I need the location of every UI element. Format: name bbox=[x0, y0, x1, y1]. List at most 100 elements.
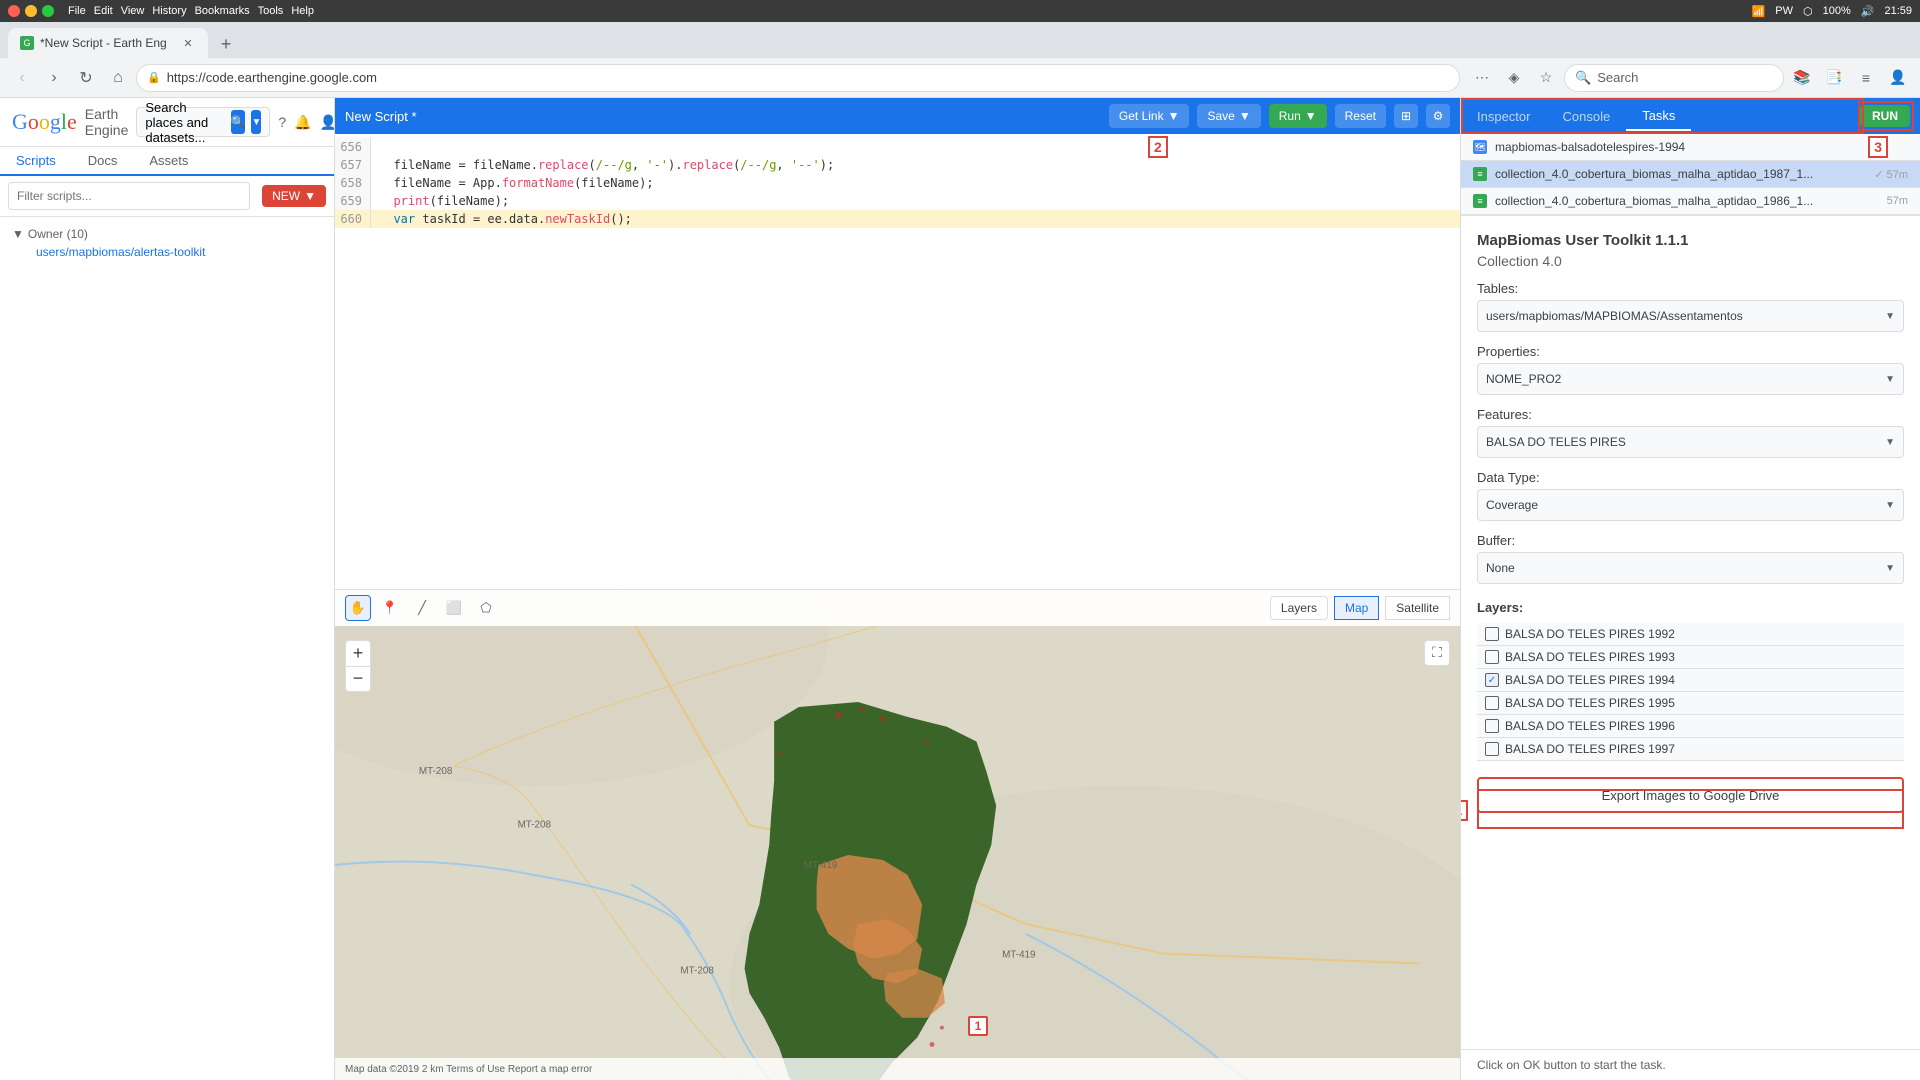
pocket-btn[interactable]: ◈ bbox=[1500, 64, 1528, 92]
task-icon-collection-2: ≡ bbox=[1473, 194, 1487, 208]
gee-search-dropdown[interactable]: ▼ bbox=[251, 110, 261, 134]
tab-inspector[interactable]: Inspector bbox=[1461, 103, 1546, 130]
new-tab-btn[interactable]: + bbox=[212, 30, 240, 58]
layer-checkbox-1993[interactable] bbox=[1485, 650, 1499, 664]
home-btn[interactable]: ⌂ bbox=[104, 64, 132, 92]
traffic-light-red[interactable] bbox=[8, 5, 20, 17]
menu-help[interactable]: Help bbox=[291, 5, 314, 17]
bookmark-btn[interactable]: ☆ bbox=[1532, 64, 1560, 92]
layer-checkbox-1996[interactable] bbox=[1485, 719, 1499, 733]
tables-arrow: ▼ bbox=[1885, 311, 1895, 322]
menu-tools[interactable]: Tools bbox=[258, 5, 284, 17]
menu-file[interactable]: File bbox=[68, 5, 86, 17]
task-icon-collection-1: ≡ bbox=[1473, 167, 1487, 181]
right-run-btn[interactable]: RUN bbox=[1860, 105, 1910, 127]
map-type-map-btn[interactable]: Map bbox=[1334, 596, 1379, 620]
properties-select[interactable]: NOME_PRO2 ▼ bbox=[1477, 363, 1904, 395]
layer-item-1993[interactable]: BALSA DO TELES PIRES 1993 bbox=[1477, 646, 1904, 669]
tab-scripts[interactable]: Scripts bbox=[0, 147, 72, 176]
layer-item-1996[interactable]: BALSA DO TELES PIRES 1996 bbox=[1477, 715, 1904, 738]
address-bar[interactable]: 🔒 https://code.earthengine.google.com bbox=[136, 64, 1460, 92]
task-item-1[interactable]: ≡ collection_4.0_cobertura_biomas_malha_… bbox=[1461, 161, 1920, 188]
layers-btn[interactable]: Layers bbox=[1270, 596, 1328, 620]
layer-item-1995[interactable]: BALSA DO TELES PIRES 1995 bbox=[1477, 692, 1904, 715]
new-script-btn[interactable]: NEW ▼ bbox=[262, 185, 326, 207]
script-search-row: NEW ▼ bbox=[0, 176, 334, 217]
menu-history[interactable]: History bbox=[152, 5, 186, 17]
owner-header[interactable]: ▼ Owner (10) bbox=[12, 225, 322, 243]
menu-bookmarks[interactable]: Bookmarks bbox=[195, 5, 250, 17]
annotation-1: 1 bbox=[968, 1016, 988, 1036]
tab-close-btn[interactable]: ✕ bbox=[180, 35, 196, 51]
notifications-btn[interactable]: 🔔 bbox=[294, 108, 311, 136]
run-dropdown: ▼ bbox=[1305, 109, 1317, 123]
data-type-select[interactable]: Coverage ▼ bbox=[1477, 489, 1904, 521]
annotation-label-3: 3 bbox=[1868, 136, 1888, 158]
tab-docs[interactable]: Docs bbox=[72, 147, 134, 176]
reset-btn[interactable]: Reset bbox=[1335, 104, 1386, 128]
layer-checkbox-1995[interactable] bbox=[1485, 696, 1499, 710]
bluetooth-icon: ⬡ bbox=[1803, 5, 1813, 18]
settings-btn[interactable]: ⚙ bbox=[1426, 104, 1450, 128]
gee-search-btn[interactable]: 🔍 bbox=[231, 110, 246, 134]
layer-item-1992[interactable]: BALSA DO TELES PIRES 1992 bbox=[1477, 623, 1904, 646]
features-select[interactable]: BALSA DO TELES PIRES ▼ bbox=[1477, 426, 1904, 458]
zoom-in-btn[interactable]: + bbox=[345, 640, 371, 666]
menu-edit[interactable]: Edit bbox=[94, 5, 113, 17]
layer-checkbox-1992[interactable] bbox=[1485, 627, 1499, 641]
script-filter-input[interactable] bbox=[8, 182, 250, 210]
tab-tasks[interactable]: Tasks bbox=[1626, 102, 1691, 131]
code-line-658: 658 fileName = App.formatName(fileName); bbox=[335, 174, 1460, 192]
map-type-satellite-btn[interactable]: Satellite bbox=[1385, 596, 1450, 620]
map-tool-draw-rect[interactable]: ⬜ bbox=[441, 595, 467, 621]
gee-search-bar[interactable]: Search places and datasets... 🔍 ▼ bbox=[136, 107, 270, 137]
map-tool-draw-line[interactable]: ╱ bbox=[409, 595, 435, 621]
buffer-select[interactable]: None ▼ bbox=[1477, 552, 1904, 584]
user-avatar[interactable]: 👤 bbox=[320, 108, 335, 136]
left-panel-tabs: Scripts Docs Assets bbox=[0, 147, 334, 176]
tab-console[interactable]: Console bbox=[1546, 103, 1626, 130]
fullscreen-btn[interactable]: ⛶ bbox=[1424, 640, 1450, 666]
bookmarks-library-btn[interactable]: 📚 bbox=[1788, 64, 1816, 92]
layer-item-1994[interactable]: ✓ BALSA DO TELES PIRES 1994 bbox=[1477, 669, 1904, 692]
traffic-light-green[interactable] bbox=[42, 5, 54, 17]
grid-view-btn[interactable]: ⊞ bbox=[1394, 104, 1418, 128]
reload-btn[interactable]: ↻ bbox=[72, 64, 100, 92]
layer-checkbox-1997[interactable] bbox=[1485, 742, 1499, 756]
traffic-light-yellow[interactable] bbox=[25, 5, 37, 17]
buffer-label: Buffer: bbox=[1477, 533, 1904, 548]
tab-assets[interactable]: Assets bbox=[133, 147, 204, 176]
bottom-message: Click on OK button to start the task. bbox=[1461, 1049, 1920, 1080]
forward-btn[interactable]: › bbox=[40, 64, 68, 92]
map-tool-draw-poly[interactable]: ⬠ bbox=[473, 595, 499, 621]
volume-icon: 🔊 bbox=[1861, 5, 1875, 18]
get-link-btn[interactable]: Get Link ▼ bbox=[1109, 104, 1190, 128]
layer-checkbox-1994[interactable]: ✓ bbox=[1485, 673, 1499, 687]
back-btn[interactable]: ‹ bbox=[8, 64, 36, 92]
export-images-btn[interactable]: Export Images to Google Drive bbox=[1477, 777, 1904, 813]
browser-search-bar[interactable]: 🔍 Search bbox=[1564, 64, 1784, 92]
run-btn[interactable]: Run ▼ bbox=[1269, 104, 1327, 128]
browser-tab-active[interactable]: G *New Script - Earth Eng ✕ bbox=[8, 28, 208, 58]
tables-select[interactable]: users/mapbiomas/MAPBIOMAS/Assentamentos … bbox=[1477, 300, 1904, 332]
zoom-out-btn[interactable]: − bbox=[345, 666, 371, 692]
layer-item-1997[interactable]: BALSA DO TELES PIRES 1997 bbox=[1477, 738, 1904, 761]
map-tool-hand[interactable]: ✋ bbox=[345, 595, 371, 621]
task-item-0[interactable]: 🗺 mapbiomas-balsadotelespires-1994 bbox=[1461, 134, 1920, 161]
help-btn[interactable]: ? bbox=[278, 108, 286, 136]
code-line-660: 660 var taskId = ee.data.newTaskId(); bbox=[335, 210, 1460, 228]
browser-menu-btn[interactable]: ≡ bbox=[1852, 64, 1880, 92]
map-tool-pin[interactable]: 📍 bbox=[377, 595, 403, 621]
menu-view[interactable]: View bbox=[121, 5, 145, 17]
middle-panel: New Script * Get Link ▼ Save ▼ Run ▼ Res… bbox=[335, 98, 1460, 1080]
synced-tabs-btn[interactable]: 📑 bbox=[1820, 64, 1848, 92]
run-label: Run bbox=[1279, 109, 1301, 123]
tab-favicon: G bbox=[20, 36, 34, 50]
task-item-2[interactable]: ≡ collection_4.0_cobertura_biomas_malha_… bbox=[1461, 188, 1920, 215]
tree-item-alertas[interactable]: users/mapbiomas/alertas-toolkit bbox=[12, 243, 322, 261]
data-type-value: Coverage bbox=[1486, 498, 1538, 512]
save-btn[interactable]: Save ▼ bbox=[1197, 104, 1260, 128]
map-canvas: MT-419 MT-419 MT-419 NOVO... MT-208 MT-2… bbox=[335, 590, 1460, 1080]
extensions-btn[interactable]: ⋯ bbox=[1468, 64, 1496, 92]
user-account-btn[interactable]: 👤 bbox=[1884, 64, 1912, 92]
